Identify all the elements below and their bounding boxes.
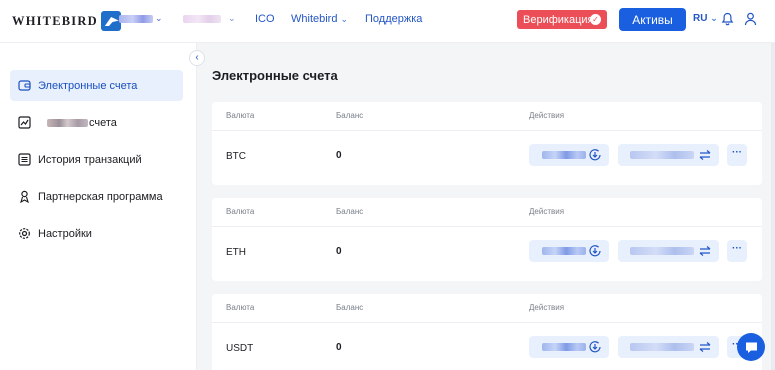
balance-cell: 0 (336, 342, 342, 353)
redacted-text (542, 151, 586, 159)
currency-cell: BTC (226, 151, 246, 162)
chevron-down-icon: ⌄ (340, 14, 349, 24)
bell-icon[interactable] (721, 12, 734, 31)
balance-cell: 0 (336, 150, 342, 161)
sidebar-item-label: Настройки (38, 227, 92, 240)
column-header-currency: Валюта (226, 303, 255, 312)
currency-cell: USDT (226, 343, 254, 354)
page-title: Электронные счета (212, 68, 338, 83)
list-icon (18, 153, 31, 166)
redacted-text (630, 151, 694, 159)
user-icon[interactable] (744, 12, 757, 31)
more-actions-button[interactable]: ··· (727, 144, 747, 166)
chat-icon (745, 342, 757, 353)
language-label: RU (693, 13, 708, 24)
deposit-button[interactable] (529, 240, 609, 262)
partners-icon (18, 190, 31, 203)
column-header-balance: Баланс (336, 303, 364, 312)
column-header-actions: Действия (529, 207, 565, 216)
whitebird-logo[interactable]: WHITEBIRD (12, 9, 121, 33)
nav-whitebird[interactable]: Whitebird ⌄ (291, 13, 348, 25)
logo-text: WHITEBIRD (12, 13, 98, 28)
balance-cell: 0 (336, 246, 342, 257)
column-header-balance: Баланс (336, 207, 364, 216)
sidebar-item-partner-program[interactable]: Партнерская программа (10, 181, 183, 212)
sidebar-item-label: Партнерская программа (38, 190, 163, 203)
exchange-arrows-icon (699, 342, 711, 352)
redacted-text (542, 343, 586, 351)
exchange-arrows-icon (699, 150, 711, 160)
transfer-button[interactable] (618, 336, 719, 358)
sidebar-item-settings[interactable]: Настройки (10, 218, 183, 249)
sidebar-item-transaction-history[interactable]: История транзакций (10, 144, 183, 175)
redacted-text (47, 118, 88, 127)
sidebar-item-label: счета (89, 116, 117, 129)
exchange-arrows-icon (699, 246, 711, 256)
chart-icon (18, 116, 31, 129)
collapse-sidebar-button[interactable]: ‹ (189, 50, 205, 66)
chevron-down-icon: ⌄ (155, 13, 163, 23)
column-header-balance: Баланс (336, 111, 364, 120)
nav-item-redacted-1[interactable] (119, 15, 153, 23)
deposit-icon (589, 341, 601, 353)
gear-icon (18, 227, 31, 240)
column-header-currency: Валюта (226, 207, 255, 216)
sidebar-item-accounts[interactable]: счета (10, 107, 183, 138)
divider (212, 226, 762, 227)
nav-item-redacted-2[interactable] (183, 15, 221, 23)
more-actions-button[interactable]: ··· (727, 240, 747, 262)
language-selector[interactable]: RU ⌄ (693, 13, 718, 24)
check-icon: ✓ (590, 14, 601, 25)
nav-ico[interactable]: ICO (255, 13, 275, 25)
nav-whitebird-label: Whitebird (291, 13, 338, 25)
verification-button[interactable]: Верификация ✓ (517, 10, 607, 29)
column-header-actions: Действия (529, 303, 565, 312)
chevron-down-icon: ⌄ (228, 13, 236, 23)
top-header: WHITEBIRD ⌄ ⌄ ICO Whitebird ⌄ Поддержка … (0, 0, 775, 43)
deposit-button[interactable] (529, 144, 609, 166)
redacted-text (630, 247, 694, 255)
account-card-eth: Валюта Баланс Действия ETH 0 ··· (212, 198, 762, 281)
column-header-currency: Валюта (226, 111, 255, 120)
verification-label: Верификация (523, 13, 594, 26)
page-scrollbar[interactable] (771, 43, 775, 370)
account-card-usdt: Валюта Баланс Действия USDT 0 ··· (212, 294, 762, 370)
chevron-down-icon: ⌄ (710, 13, 718, 23)
nav-support[interactable]: Поддержка (365, 13, 422, 25)
wallet-icon (18, 79, 31, 92)
logo-bird-icon (100, 11, 121, 31)
sidebar-item-electronic-accounts[interactable]: Электронные счета (10, 70, 183, 101)
sidebar-item-label: История транзакций (38, 153, 142, 166)
deposit-icon (589, 245, 601, 257)
deposit-button[interactable] (529, 336, 609, 358)
redacted-text (630, 343, 694, 351)
account-card-btc: Валюта Баланс Действия BTC 0 ··· (212, 102, 762, 185)
deposit-icon (589, 149, 601, 161)
currency-cell: ETH (226, 247, 246, 258)
sidebar-item-label: Электронные счета (38, 79, 138, 92)
divider (212, 130, 762, 131)
transfer-button[interactable] (618, 144, 719, 166)
redacted-text (542, 247, 586, 255)
transfer-button[interactable] (618, 240, 719, 262)
chat-support-button[interactable] (737, 333, 765, 361)
assets-button[interactable]: Активы (619, 8, 686, 31)
column-header-actions: Действия (529, 111, 565, 120)
divider (212, 322, 762, 323)
